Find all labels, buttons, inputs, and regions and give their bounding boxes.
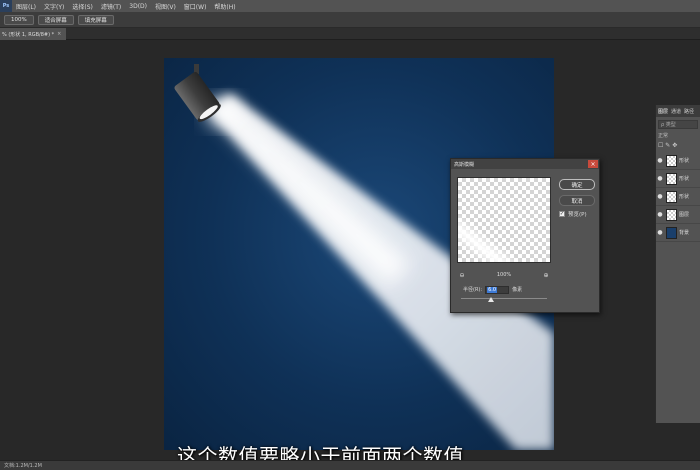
preview-checkbox-label: 预览(P) — [568, 212, 587, 218]
blend-mode-select[interactable]: 正常 — [658, 132, 698, 140]
preview-checkbox-row[interactable]: ✓ 预览(P) — [559, 210, 587, 218]
layer-thumbnail — [666, 208, 677, 221]
eye-icon[interactable]: ● — [656, 211, 664, 218]
dialog-title-bar[interactable]: 高斯模糊 × — [451, 159, 599, 169]
panel-tab-bar: 图层 通道 路径 — [656, 105, 700, 117]
layer-name: 形状 — [679, 176, 690, 182]
radius-value: 6.0 — [487, 286, 498, 293]
document-tab[interactable]: % (形状 1, RGB/8#) * × — [0, 28, 66, 40]
layer-thumbnail — [666, 154, 677, 167]
preview-zoom-row: ⊖ 100% ⊕ — [457, 271, 551, 279]
layer-row[interactable]: ● 背景 — [656, 224, 700, 242]
layers-panel: 图层 通道 路径 ρ 类型 正常 ☐ ✎ ✥ ● 形状 ● 形状 ● 形状 ● … — [655, 105, 700, 423]
menu-bar: Ps 图层(L) 文字(Y) 选择(S) 滤镜(T) 3D(D) 视图(V) 窗… — [0, 0, 700, 12]
preview-light-streak — [458, 210, 550, 262]
layer-row[interactable]: ● 形状 — [656, 188, 700, 206]
fit-screen-button[interactable]: 适合屏幕 — [37, 14, 74, 25]
zoom-100-button[interactable]: 100% — [4, 14, 34, 25]
tab-channels[interactable]: 通道 — [671, 108, 681, 115]
status-bar: 文档:1.2M/1.2M — [0, 460, 700, 470]
menu-help[interactable]: 帮助(H) — [210, 2, 239, 11]
menu-3d[interactable]: 3D(D) — [125, 3, 151, 10]
tab-paths[interactable]: 路径 — [684, 108, 694, 115]
radius-row: 半径(R): 6.0 像素 — [463, 285, 522, 294]
menu-filter[interactable]: 滤镜(T) — [97, 2, 125, 11]
document-size-status: 文档:1.2M/1.2M — [4, 463, 42, 469]
ok-button[interactable]: 确定 — [559, 179, 595, 190]
layer-name: 形状 — [679, 194, 690, 200]
app-logo: Ps — [0, 0, 12, 12]
layer-name: 图层 — [679, 212, 690, 218]
layer-filter-input[interactable]: ρ 类型 — [658, 120, 698, 129]
eye-icon[interactable]: ● — [656, 193, 664, 200]
dialog-close-button[interactable]: × — [588, 160, 598, 168]
tab-layers[interactable]: 图层 — [658, 108, 668, 115]
menu-layer[interactable]: 图层(L) — [12, 2, 40, 11]
document-tab-bar: % (形状 1, RGB/8#) * × — [0, 28, 700, 40]
eye-icon[interactable]: ● — [656, 157, 664, 164]
eye-icon[interactable]: ● — [656, 175, 664, 182]
lock-icons[interactable]: ☐ ✎ ✥ — [658, 142, 698, 150]
layer-row[interactable]: ● 形状 — [656, 170, 700, 188]
spotlight-lamp — [174, 64, 221, 122]
menu-window[interactable]: 窗口(W) — [180, 2, 211, 11]
zoom-in-icon[interactable]: ⊕ — [541, 272, 551, 279]
radius-slider-thumb[interactable] — [488, 297, 495, 302]
layer-name: 形状 — [679, 158, 690, 164]
dialog-title: 高斯模糊 — [454, 161, 475, 168]
gaussian-blur-dialog: 高斯模糊 × ⊖ 100% ⊕ 半径(R): 6.0 像素 确定 取消 ✓ 预览… — [450, 158, 600, 313]
menu-select[interactable]: 选择(S) — [68, 2, 97, 11]
options-bar: 100% 适合屏幕 填充屏幕 — [0, 12, 700, 28]
cancel-button[interactable]: 取消 — [559, 195, 595, 206]
photoshop-window: Ps 图层(L) 文字(Y) 选择(S) 滤镜(T) 3D(D) 视图(V) 窗… — [0, 0, 700, 470]
layer-row[interactable]: ● 形状 — [656, 152, 700, 170]
zoom-out-icon[interactable]: ⊖ — [457, 272, 467, 279]
menu-view[interactable]: 视图(V) — [151, 2, 180, 11]
eye-icon[interactable]: ● — [656, 229, 664, 236]
layer-row[interactable]: ● 图层 — [656, 206, 700, 224]
preview-checkbox[interactable]: ✓ — [559, 211, 565, 217]
layer-thumbnail — [666, 190, 677, 203]
blur-preview[interactable] — [457, 177, 551, 263]
tab-close-icon[interactable]: × — [57, 31, 61, 37]
document-tab-label: % (形状 1, RGB/8#) * — [2, 31, 55, 38]
radius-label: 半径(R): — [463, 287, 483, 293]
radius-input[interactable]: 6.0 — [485, 285, 510, 294]
radius-slider[interactable] — [461, 297, 547, 302]
menu-type[interactable]: 文字(Y) — [40, 2, 68, 11]
preview-zoom-level: 100% — [496, 272, 512, 278]
layer-name: 背景 — [679, 230, 690, 236]
layer-thumbnail — [666, 226, 677, 239]
layer-thumbnail — [666, 172, 677, 185]
radius-unit: 像素 — [512, 287, 523, 293]
fill-screen-button[interactable]: 填充屏幕 — [77, 14, 114, 25]
